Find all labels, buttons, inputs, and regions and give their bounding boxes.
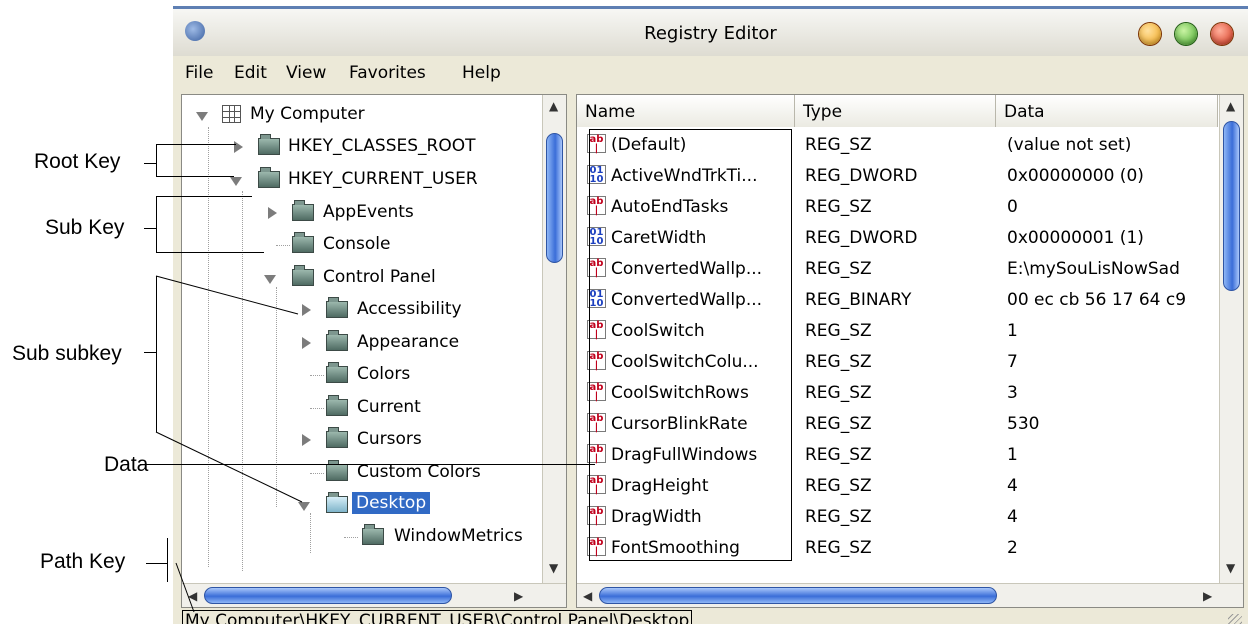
annotation-line bbox=[155, 431, 303, 503]
annotation-line bbox=[140, 464, 595, 465]
annotation-line bbox=[167, 538, 168, 582]
annotation-line bbox=[155, 275, 299, 315]
annotation-diagonals bbox=[155, 275, 303, 613]
annotation-line bbox=[146, 563, 168, 564]
annotation-line bbox=[175, 562, 195, 613]
